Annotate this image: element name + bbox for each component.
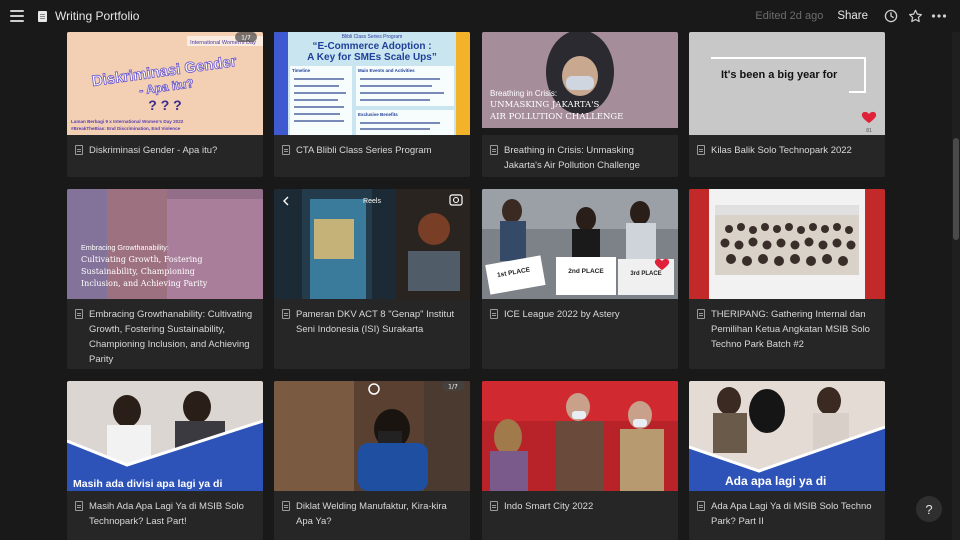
card-caption: Diskriminasi Gender - Apa itu? xyxy=(67,135,263,166)
card-image-text: Timeline xyxy=(292,68,311,73)
menu-icon[interactable] xyxy=(10,10,24,22)
page-icon xyxy=(490,501,498,511)
share-button[interactable]: Share xyxy=(837,10,868,22)
gallery-card[interactable]: International Women's Day 1/7 Diskrimina… xyxy=(67,32,263,177)
top-actions: Edited 2d ago Share xyxy=(755,5,950,27)
card-cover-image xyxy=(689,189,885,299)
card-image-text: Ada apa lagi ya di xyxy=(725,474,826,488)
card-title: CTA Blibli Class Series Program xyxy=(296,145,432,156)
gallery-card[interactable]: Embracing Growthanability: Cultivating G… xyxy=(67,189,263,369)
card-title: ICE League 2022 by Astery xyxy=(504,309,620,320)
card-cover-image: International Women's Day 1/7 Diskrimina… xyxy=(67,32,263,135)
scrollbar-thumb[interactable] xyxy=(953,138,959,240)
gallery-card[interactable]: It's been a big year for 81 Kilas Balik … xyxy=(689,32,885,177)
card-caption: Diklat Welding Manufaktur, Kira-kira Apa… xyxy=(274,491,470,537)
gallery-card[interactable]: Ada apa lagi ya di Ada Apa Lagi Ya di MS… xyxy=(689,381,885,540)
card-image-text: Embracing Growthanability: xyxy=(81,243,169,252)
card-image-text: Main Events and Activities xyxy=(358,68,415,73)
page-icon xyxy=(697,501,705,511)
page-icon xyxy=(490,309,498,319)
card-image-text: It's been a big year for xyxy=(721,69,838,81)
card-title: Ada Apa Lagi Ya di MSIB Solo Techno Park… xyxy=(711,501,872,527)
page-icon xyxy=(38,10,47,22)
card-caption: THERIPANG: Gathering Internal dan Pemili… xyxy=(689,299,885,360)
card-cover-image: Breathing in Crisis: UNMASKING JAKARTA'S… xyxy=(482,32,678,135)
card-image-text: Breathing in Crisis: xyxy=(490,89,557,98)
card-caption: Breathing in Crisis: Unmasking Jakarta's… xyxy=(482,135,678,177)
card-cover-image: It's been a big year for 81 xyxy=(689,32,885,135)
card-title: Masih Ada Apa Lagi Ya di MSIB Solo Techn… xyxy=(89,501,244,527)
reels-label: Reels xyxy=(363,198,381,205)
card-caption: Kilas Balik Solo Technopark 2022 xyxy=(689,135,885,166)
gallery-card[interactable]: Blibli Class Series Program “E-Commerce … xyxy=(274,32,470,177)
gallery: International Women's Day 1/7 Diskrimina… xyxy=(67,32,897,540)
card-cover-image xyxy=(482,381,678,491)
card-title: Diklat Welding Manufaktur, Kira-kira Apa… xyxy=(296,501,447,527)
card-cover-image: Ada apa lagi ya di xyxy=(689,381,885,491)
gallery-card[interactable]: 1/7 Diklat Welding Manufaktur, Kira-kira… xyxy=(274,381,470,540)
like-count: 81 xyxy=(866,128,872,134)
card-image-text: #BreakTheBias: End Discrimination, End V… xyxy=(71,126,181,131)
gallery-card[interactable]: Reels Pameran DKV ACT 8 "Genap" Institut… xyxy=(274,189,470,369)
card-caption: Indo Smart City 2022 xyxy=(482,491,678,522)
scrollbar-track[interactable] xyxy=(952,32,960,540)
card-cover-image: Reels xyxy=(274,189,470,299)
clock-icon[interactable] xyxy=(880,5,902,27)
page-icon xyxy=(282,145,290,155)
help-button[interactable]: ? xyxy=(916,496,942,522)
card-image-text: AIR POLLUTION CHALLENGE xyxy=(489,112,623,122)
card-image-text: Inclusion, and Achieving Parity xyxy=(81,279,208,288)
card-caption: Pameran DKV ACT 8 "Genap" Institut Seni … xyxy=(274,299,470,345)
more-icon[interactable] xyxy=(928,5,950,27)
card-image-text: A Key for SMEs Scale Ups” xyxy=(307,52,437,63)
page-icon xyxy=(697,145,705,155)
card-image-text: Blibli Class Series Program xyxy=(342,34,403,40)
page-icon xyxy=(282,309,290,319)
card-cover-image: 1/7 xyxy=(274,381,470,491)
gallery-card[interactable]: Masih ada divisi apa lagi ya di Masih Ad… xyxy=(67,381,263,540)
card-cover-image: 1st PLACE 2nd PLACE 3rd PLACE xyxy=(482,189,678,299)
card-image-text: Masih ada divisi apa lagi ya di xyxy=(73,478,222,490)
card-image-text: Cultivating Growth, Fostering xyxy=(81,255,202,264)
card-image-text: ? ? ? xyxy=(148,97,181,113)
gallery-card[interactable]: Breathing in Crisis: UNMASKING JAKARTA'S… xyxy=(482,32,678,177)
card-title: Breathing in Crisis: Unmasking Jakarta's… xyxy=(504,145,640,171)
card-title: THERIPANG: Gathering Internal dan Pemili… xyxy=(711,309,870,350)
card-image-text: Exclusive Benefits xyxy=(358,112,398,117)
page-icon xyxy=(75,145,83,155)
carousel-badge: 1/7 xyxy=(448,384,458,391)
page-icon xyxy=(75,309,83,319)
card-title: Pameran DKV ACT 8 "Genap" Institut Seni … xyxy=(296,309,455,335)
card-caption: Embracing Growthanability: Cultivating G… xyxy=(67,299,263,369)
card-title: Diskriminasi Gender - Apa itu? xyxy=(89,145,218,156)
carousel-badge: 1/7 xyxy=(241,35,251,42)
page-icon xyxy=(490,145,498,155)
card-cover-image: Embracing Growthanability: Cultivating G… xyxy=(67,189,263,299)
edited-timestamp: Edited 2d ago xyxy=(755,10,824,22)
card-title: Indo Smart City 2022 xyxy=(504,501,594,512)
card-cover-image: Masih ada divisi apa lagi ya di xyxy=(67,381,263,491)
card-image-text: Laman Berbagi 9 x International Women's … xyxy=(71,119,184,124)
card-image-text: “E-Commerce Adoption : xyxy=(312,41,431,52)
card-title: Embracing Growthanability: Cultivating G… xyxy=(89,309,253,365)
page-icon xyxy=(282,501,290,511)
card-image-text: 3rd PLACE xyxy=(630,271,661,277)
card-caption: CTA Blibli Class Series Program xyxy=(274,135,470,166)
card-image-text: Sustainability, Championing xyxy=(81,267,195,276)
card-caption: ICE League 2022 by Astery xyxy=(482,299,678,330)
page-icon xyxy=(75,501,83,511)
gallery-card[interactable]: Indo Smart City 2022 xyxy=(482,381,678,540)
card-caption: Ada Apa Lagi Ya di MSIB Solo Techno Park… xyxy=(689,491,885,537)
card-caption: Masih Ada Apa Lagi Ya di MSIB Solo Techn… xyxy=(67,491,263,537)
star-icon[interactable] xyxy=(904,5,926,27)
card-title: Kilas Balik Solo Technopark 2022 xyxy=(711,145,852,156)
page-title[interactable]: Writing Portfolio xyxy=(55,9,139,23)
card-image-text: UNMASKING JAKARTA'S xyxy=(490,100,600,110)
card-image-text: 2nd PLACE xyxy=(568,268,604,275)
gallery-card[interactable]: THERIPANG: Gathering Internal dan Pemili… xyxy=(689,189,885,369)
page-icon xyxy=(697,309,705,319)
gallery-card[interactable]: 1st PLACE 2nd PLACE 3rd PLACE ICE League… xyxy=(482,189,678,369)
top-bar: Writing Portfolio Edited 2d ago Share xyxy=(0,0,960,32)
card-cover-image: Blibli Class Series Program “E-Commerce … xyxy=(274,32,470,135)
